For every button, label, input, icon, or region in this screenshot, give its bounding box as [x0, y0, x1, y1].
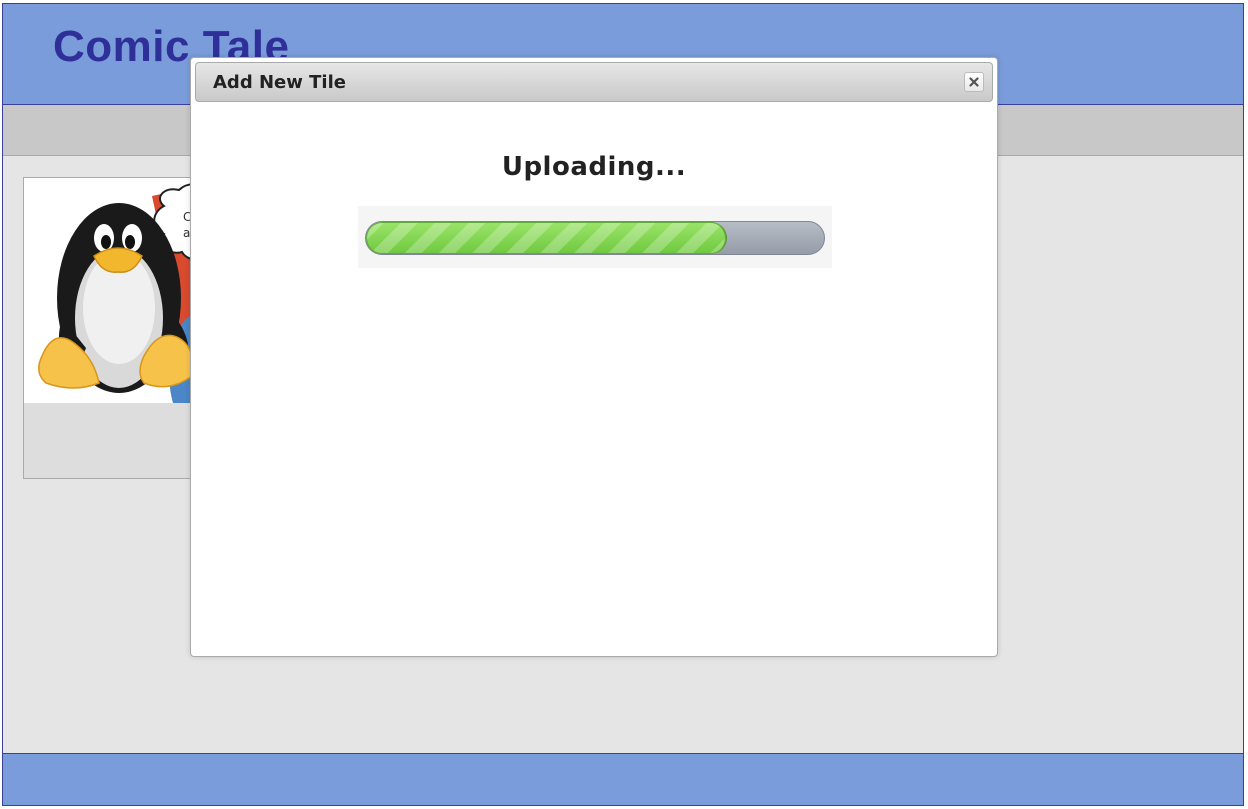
- add-tile-dialog: Add New Tile Uploading...: [190, 57, 998, 657]
- dialog-titlebar[interactable]: Add New Tile: [195, 62, 993, 102]
- footer-bar: [3, 753, 1243, 805]
- close-button[interactable]: [964, 72, 984, 92]
- progress-container: [358, 206, 832, 268]
- close-icon: [969, 77, 979, 87]
- progress-track: [365, 221, 825, 255]
- dialog-title: Add New Tile: [213, 72, 346, 93]
- upload-status-text: Uploading...: [501, 152, 687, 182]
- progress-fill: [366, 222, 727, 254]
